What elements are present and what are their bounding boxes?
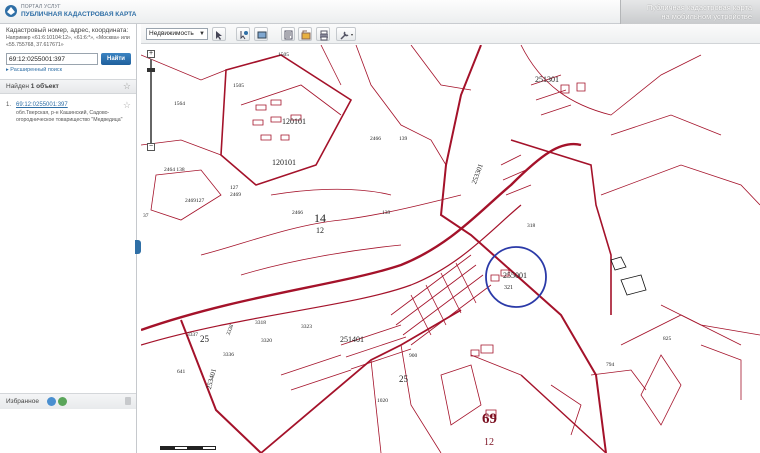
- measure-tool-button[interactable]: [254, 27, 268, 41]
- print-button[interactable]: [316, 27, 330, 41]
- advanced-search-link[interactable]: ▸ Расширенный поиск: [6, 67, 62, 73]
- favorites-export-icon[interactable]: [58, 397, 67, 406]
- map-toolbar: Недвижимость ▼: [141, 24, 760, 44]
- search-label: Кадастровый номер, адрес, координата:: [6, 27, 129, 34]
- mobile-line-1: Публичная кадастровая карта: [646, 3, 752, 12]
- result-link[interactable]: 69:12:0255001:397: [16, 102, 68, 108]
- favorites-bar: Избранное: [0, 393, 136, 409]
- layer-select-value: Недвижимость: [149, 30, 194, 37]
- highlighted-parcel-marker[interactable]: [485, 246, 547, 308]
- sidebar: Кадастровый номер, адрес, координата: На…: [0, 24, 137, 453]
- favorite-star-icon[interactable]: ☆: [123, 100, 131, 111]
- zoom-out-button[interactable]: −: [147, 143, 155, 151]
- identify-tool-button[interactable]: [236, 27, 250, 41]
- zoom-in-button[interactable]: +: [147, 50, 155, 58]
- chevron-down-icon: ▼: [199, 31, 205, 37]
- info-tool-button[interactable]: [281, 27, 295, 41]
- portal-logo-icon[interactable]: [4, 4, 18, 18]
- favorites-label: Избранное: [6, 398, 39, 405]
- layers-icon: [301, 30, 311, 40]
- results-count-value: 1 объект: [30, 83, 59, 90]
- app-header: ПОРТАЛ УСЛУГ ПУБЛИЧНАЯ КАДАСТРОВАЯ КАРТА…: [0, 0, 760, 24]
- find-button[interactable]: Найти: [101, 53, 131, 65]
- measure-icon: [257, 31, 267, 39]
- results-header: Найден 1 объект ☆: [0, 79, 136, 94]
- result-address: обл.Тверская, р-н Кашинский, Садово-огор…: [16, 110, 123, 123]
- select-tool-button[interactable]: [212, 27, 226, 41]
- portal-title[interactable]: ПУБЛИЧНАЯ КАДАСТРОВАЯ КАРТА: [21, 11, 136, 18]
- identify-icon: [240, 31, 248, 40]
- wrench-icon: [340, 31, 353, 40]
- results-prefix: Найден: [6, 83, 29, 90]
- search-input[interactable]: [6, 53, 98, 65]
- portal-label: ПОРТАЛ УСЛУГ: [21, 4, 61, 10]
- scale-bar: [160, 446, 230, 450]
- zoom-handle[interactable]: [147, 68, 155, 72]
- favorites-add-icon[interactable]: [47, 397, 56, 406]
- mobile-version-link[interactable]: Публичная кадастровая карта на мобильном…: [620, 0, 760, 24]
- layer-select[interactable]: Недвижимость ▼: [146, 28, 208, 40]
- info-icon: [284, 30, 293, 40]
- star-icon[interactable]: ☆: [123, 81, 131, 92]
- cadastral-map[interactable]: 251301 120101 120101 253301 255001 321 2…: [141, 45, 760, 453]
- search-hint: Например «61:6:10104:12», «61:6:*», «Мос…: [6, 35, 130, 48]
- advanced-search-label: Расширенный поиск: [10, 67, 63, 73]
- mobile-line-2: на мобильном устройстве: [661, 12, 752, 21]
- map-canvas[interactable]: [141, 45, 760, 453]
- trash-icon[interactable]: [125, 397, 131, 405]
- printer-icon: [320, 30, 328, 41]
- tools-menu-button[interactable]: [336, 27, 356, 41]
- zoom-control[interactable]: + −: [147, 50, 155, 152]
- layers-tool-button[interactable]: [298, 27, 312, 41]
- cursor-icon: [216, 31, 222, 40]
- result-number: 1.: [6, 102, 12, 108]
- results-count: Найден 1 объект: [6, 83, 59, 90]
